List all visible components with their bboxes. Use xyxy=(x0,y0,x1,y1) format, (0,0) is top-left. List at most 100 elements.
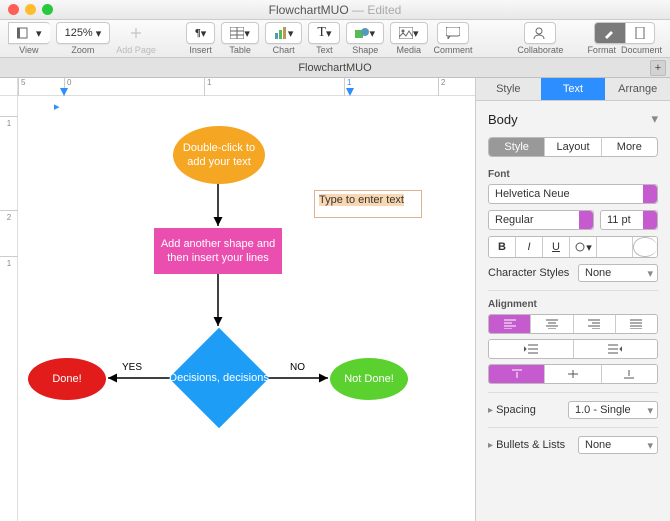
valign-bottom-button[interactable] xyxy=(602,365,657,383)
text-button[interactable]: T▾ xyxy=(308,22,340,44)
new-tab-button[interactable]: + xyxy=(650,60,666,76)
disclosure-icon[interactable]: ▸ xyxy=(488,440,493,451)
decision-no-label: NO xyxy=(290,362,305,373)
disclosure-icon[interactable]: ▸ xyxy=(488,405,493,416)
align-left-icon xyxy=(504,319,516,329)
canvas-area: 5 0 1 1 2 1 2 1 ▸ Double-click to add xyxy=(0,78,475,521)
comment-button[interactable] xyxy=(437,22,469,44)
document-tabstrip: FlowchartMUO + xyxy=(0,58,670,78)
collaborate-button[interactable] xyxy=(524,22,556,44)
decision-yes-label: YES xyxy=(122,362,142,373)
subtab-more[interactable]: More xyxy=(602,138,657,156)
insert-button[interactable]: ¶▾ xyxy=(186,22,215,44)
plus-icon xyxy=(130,27,142,39)
font-size-field[interactable]: 11 pt xyxy=(600,210,658,230)
table-label: Table xyxy=(229,45,251,55)
document-tab[interactable]: FlowchartMUO xyxy=(298,62,371,74)
window-title: FlowchartMUO xyxy=(269,3,349,17)
chart-icon xyxy=(274,27,288,39)
text-label: Text xyxy=(316,45,333,55)
valign-bottom-icon xyxy=(624,369,634,379)
valign-top-button[interactable] xyxy=(489,365,545,383)
alignment-section-label: Alignment xyxy=(488,299,658,310)
spacing-label: Spacing xyxy=(496,404,536,416)
table-icon xyxy=(230,27,244,39)
align-justify-icon xyxy=(630,319,642,329)
ruler-corner xyxy=(0,78,18,96)
outdent-icon xyxy=(524,344,538,354)
media-button[interactable]: ▾ xyxy=(390,22,428,44)
chart-label: Chart xyxy=(273,45,295,55)
font-family-select[interactable]: Helvetica Neue xyxy=(488,184,658,204)
indent-decrease-button[interactable] xyxy=(489,340,574,358)
align-justify-button[interactable] xyxy=(616,315,657,333)
char-styles-label: Character Styles xyxy=(488,267,569,279)
shape-icon xyxy=(355,27,369,39)
view-label: View xyxy=(19,45,38,55)
brush-icon xyxy=(603,27,617,39)
inspector-tab-arrange[interactable]: Arrange xyxy=(605,78,670,101)
media-label: Media xyxy=(397,45,422,55)
media-icon xyxy=(399,27,413,39)
gear-icon xyxy=(574,241,586,253)
inspector-tab-style[interactable]: Style xyxy=(476,78,541,101)
align-left-button[interactable] xyxy=(489,315,531,333)
flowchart-terminator-start[interactable]: Double-click to add your text xyxy=(173,126,265,184)
valign-middle-button[interactable] xyxy=(545,365,601,383)
shape-button[interactable]: ▾ xyxy=(346,22,384,44)
subtab-layout[interactable]: Layout xyxy=(545,138,601,156)
text-options-button[interactable]: ▾ xyxy=(570,237,597,257)
flowchart-terminator-done[interactable]: Done! xyxy=(28,358,106,400)
flowchart-decision[interactable]: Decisions, decisions xyxy=(169,328,269,428)
indent-icon xyxy=(608,344,622,354)
document-icon xyxy=(634,27,646,39)
chart-button[interactable]: ▾ xyxy=(265,22,303,44)
zoom-label: Zoom xyxy=(71,45,94,55)
document-label: Document xyxy=(621,45,662,55)
window-edited: — Edited xyxy=(349,3,402,17)
chevron-down-icon[interactable]: ▾ xyxy=(651,111,658,127)
flowchart-terminator-notdone[interactable]: Not Done! xyxy=(330,358,408,400)
align-center-icon xyxy=(546,319,558,329)
format-button[interactable] xyxy=(594,22,625,44)
valign-middle-icon xyxy=(568,369,578,379)
align-right-button[interactable] xyxy=(574,315,616,333)
text-box[interactable]: Type to enter text xyxy=(314,190,422,218)
italic-button[interactable]: I xyxy=(516,237,543,257)
paragraph-style-select[interactable]: Body xyxy=(488,112,518,127)
text-color-swatch[interactable] xyxy=(597,237,633,257)
font-style-select[interactable]: Regular xyxy=(488,210,594,230)
inspector-tab-text[interactable]: Text xyxy=(541,78,606,101)
document-button[interactable] xyxy=(625,22,655,44)
align-center-button[interactable] xyxy=(531,315,573,333)
font-section-label: Font xyxy=(488,169,658,180)
insert-label: Insert xyxy=(189,45,212,55)
person-plus-icon xyxy=(533,27,547,39)
toolbar: ▾ View 125% ▾ Zoom Add Page ¶▾ Insert ▾ … xyxy=(0,20,670,58)
comment-icon xyxy=(446,27,460,39)
shape-label: Shape xyxy=(352,45,378,55)
table-button[interactable]: ▾ xyxy=(221,22,259,44)
indent-increase-button[interactable] xyxy=(574,340,658,358)
add-page-button[interactable] xyxy=(122,22,150,44)
subtab-style[interactable]: Style xyxy=(489,138,545,156)
format-label: Format xyxy=(587,45,616,55)
window-titlebar: FlowchartMUO — Edited xyxy=(0,0,670,20)
view-button[interactable]: ▾ xyxy=(8,22,50,44)
zoom-select[interactable]: 125% ▾ xyxy=(56,22,111,44)
bullets-select[interactable]: None▾ xyxy=(578,436,658,454)
color-picker-button[interactable] xyxy=(633,237,657,257)
view-icon xyxy=(17,27,33,39)
underline-button[interactable]: U xyxy=(543,237,570,257)
collaborate-label: Collaborate xyxy=(517,45,563,55)
canvas[interactable]: ▸ Double-click to add your text Add anot… xyxy=(18,96,475,521)
bold-button[interactable]: B xyxy=(489,237,516,257)
vertical-ruler[interactable]: 1 2 1 xyxy=(0,96,18,521)
format-inspector: Style Text Arrange Body ▾ Style Layout M… xyxy=(475,78,670,521)
flowchart-process[interactable]: Add another shape and then insert your l… xyxy=(154,228,282,274)
spacing-select[interactable]: 1.0 - Single▾ xyxy=(568,401,658,419)
comment-label: Comment xyxy=(434,45,473,55)
horizontal-ruler[interactable]: 5 0 1 1 2 xyxy=(18,78,475,96)
bullets-label: Bullets & Lists xyxy=(496,439,565,451)
char-styles-select[interactable]: None▾ xyxy=(578,264,658,282)
